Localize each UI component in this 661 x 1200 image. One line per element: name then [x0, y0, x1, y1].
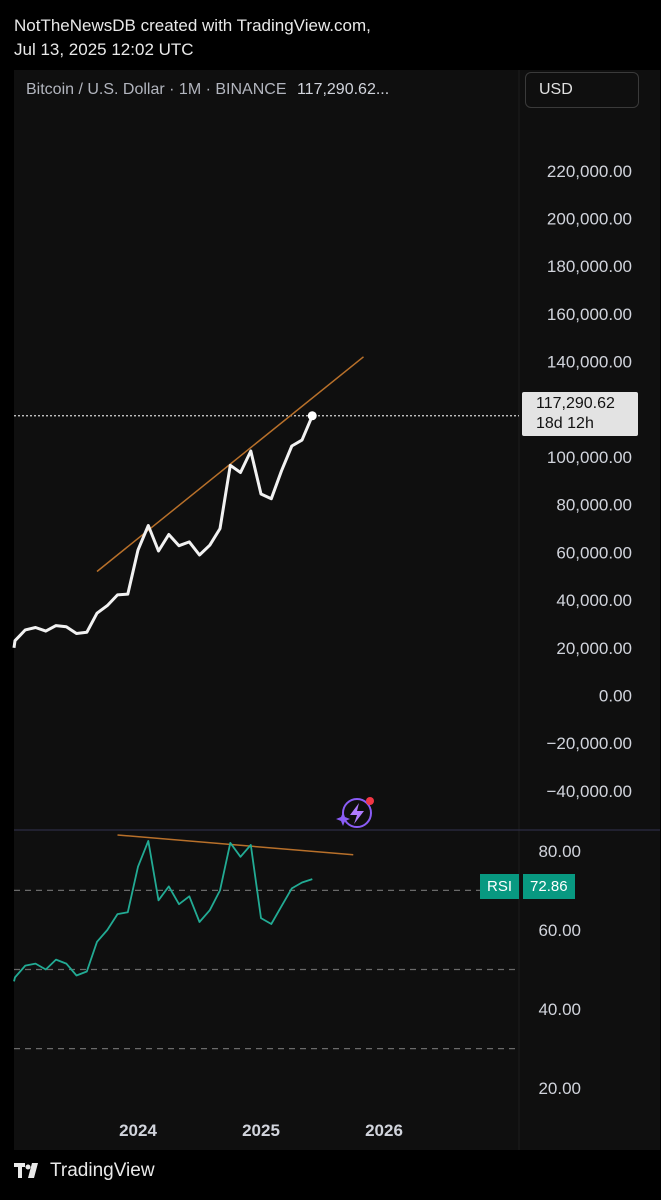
rsi-label: RSI: [480, 874, 520, 899]
tradingview-brand: TradingView: [50, 1160, 155, 1181]
rsi-badge: RSI 72.86: [480, 866, 575, 899]
symbol-legend[interactable]: Bitcoin / U.S. Dollar · 1M · BINANCE 117…: [26, 81, 389, 99]
price-axis-tick-label: 140,000.00: [547, 353, 632, 372]
bar-countdown: 18d 12h: [536, 415, 594, 432]
ai-bolt-icon: [350, 803, 364, 824]
last-price-tag: 117,290.62 18d 12h: [522, 392, 638, 436]
price-axis-tick-label: 20,000.00: [556, 639, 632, 658]
price-axis-tick-label: 40,000.00: [556, 591, 632, 610]
price-axis-tick-label: −20,000.00: [546, 734, 632, 753]
time-axis-tick-label: 2026: [365, 1121, 403, 1140]
price-axis-tick-label: 180,000.00: [547, 257, 632, 276]
currency-button[interactable]: USD: [525, 72, 639, 108]
rsi-trendline: [117, 834, 354, 856]
tradingview-footer[interactable]: TradingView: [14, 1160, 155, 1182]
rsi-value: 72.86: [523, 874, 575, 899]
price-axis-tick-label: 200,000.00: [547, 209, 632, 228]
rsi-axis-tick-label: 40.00: [538, 1000, 581, 1019]
last-price-marker: [307, 411, 317, 421]
price-axis-tick-label: 220,000.00: [547, 162, 632, 181]
price-axis-tick-label: 160,000.00: [547, 305, 632, 324]
time-axis-tick-label: 2025: [242, 1121, 280, 1140]
price-series-line: [12, 415, 314, 649]
price-axis-tick-label: 100,000.00: [547, 448, 632, 467]
symbol-title: Bitcoin / U.S. Dollar · 1M · BINANCE: [26, 81, 287, 98]
price-axis-tick-label: −40,000.00: [546, 782, 632, 801]
rsi-series-line: [13, 840, 313, 982]
chart-canvas[interactable]: 220,000.00 200,000.00 180,000.00 160,000.00…: [0, 0, 661, 1200]
price-axis-tick-label: 60,000.00: [556, 543, 632, 562]
rsi-axis-tick-label: 20.00: [538, 1079, 581, 1098]
rsi-axis-tick-label: 60.00: [538, 921, 581, 940]
time-axis-tick-label: 2024: [119, 1121, 157, 1140]
legend-price: 117,290.62...: [296, 81, 390, 98]
price-axis-tick-label: 0.00: [599, 687, 632, 706]
price-axis-tick-label: 80,000.00: [556, 496, 632, 515]
tradingview-logo-icon: [14, 1163, 38, 1178]
notification-dot: [366, 797, 374, 805]
rsi-axis-tick-label: 80.00: [538, 842, 581, 861]
last-price-value: 117,290.62: [536, 395, 615, 412]
